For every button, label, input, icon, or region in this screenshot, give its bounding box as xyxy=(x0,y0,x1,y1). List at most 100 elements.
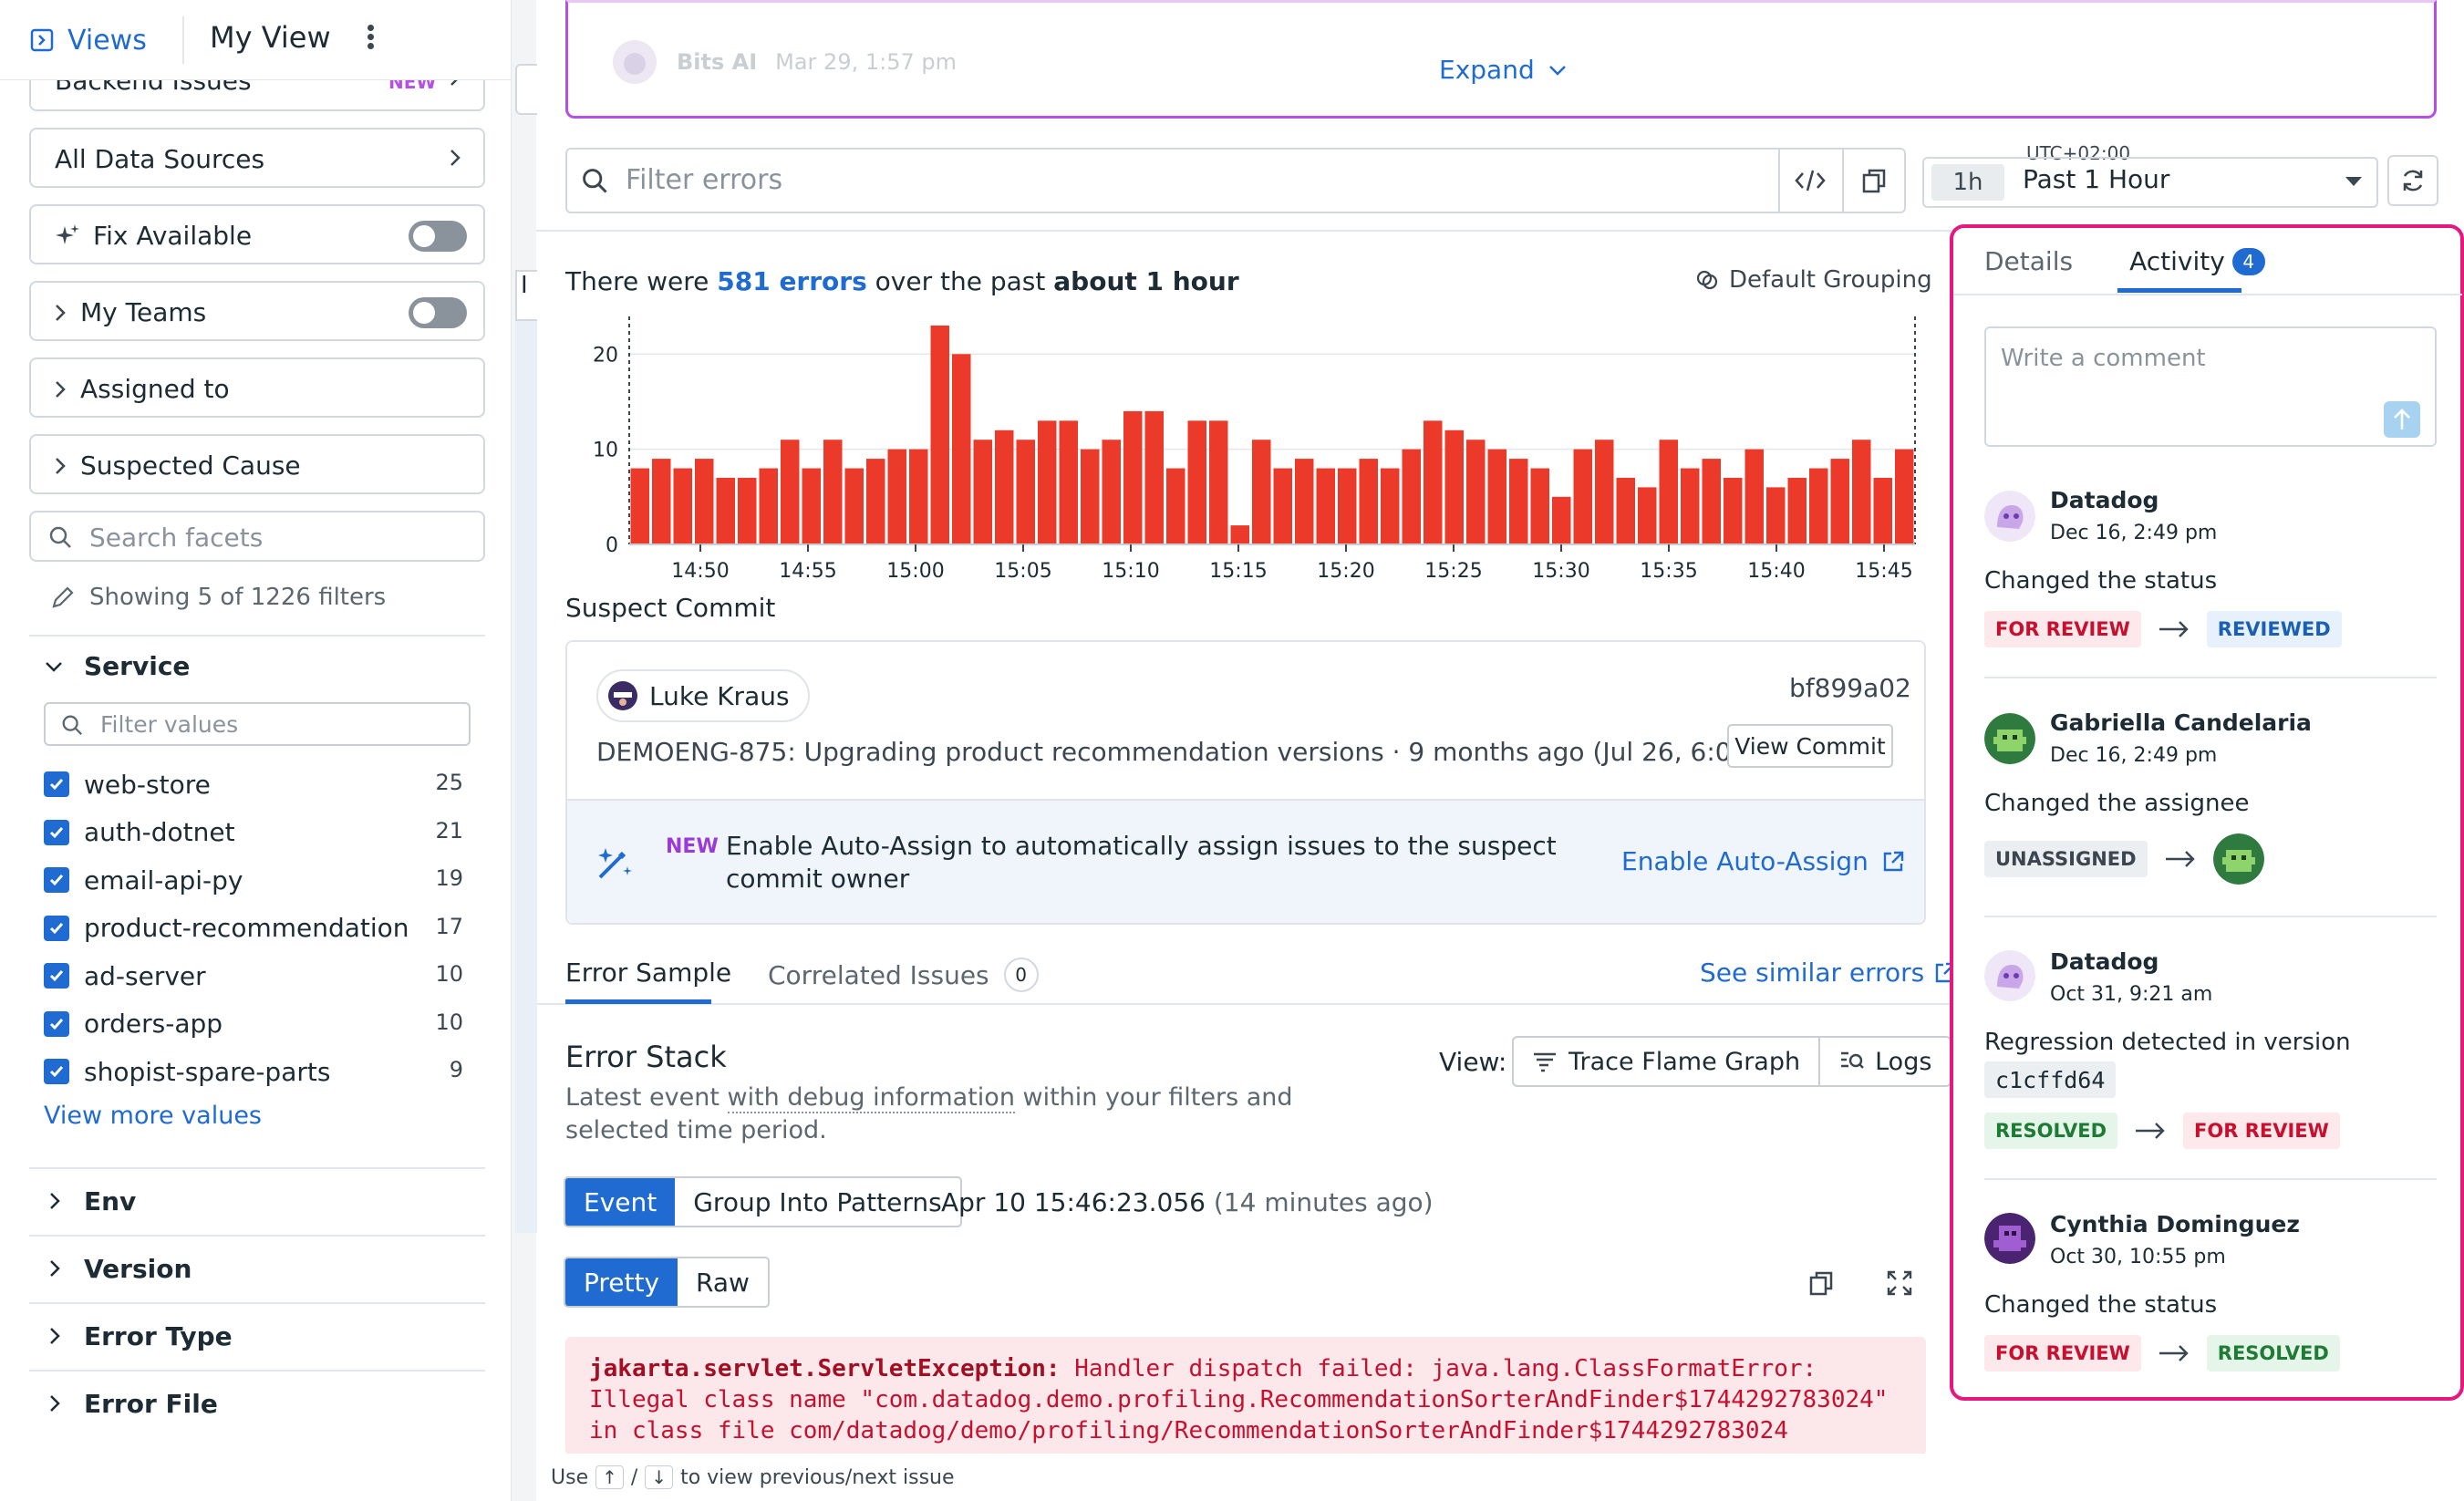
view-commit-button[interactable]: View Commit xyxy=(1727,724,1893,768)
tab-error-sample[interactable]: Error Sample xyxy=(565,958,731,988)
checkbox-checked-icon[interactable] xyxy=(44,1010,69,1037)
copy-query-button[interactable] xyxy=(1844,150,1904,212)
filter-values-input[interactable]: Filter values xyxy=(44,702,471,746)
bar xyxy=(630,468,649,544)
tab-correlated-issues[interactable]: Correlated Issues 0 xyxy=(768,958,1039,992)
service-value-row[interactable]: orders-app 10 xyxy=(44,1004,463,1044)
entry-text: Changed the status xyxy=(1984,1291,2218,1319)
code-line-1: Handler dispatch failed: java.lang.Class… xyxy=(1060,1355,1817,1382)
x-tick-label: 15:20 xyxy=(1317,560,1374,583)
bar xyxy=(1638,487,1657,544)
send-comment-button[interactable] xyxy=(2384,401,2420,438)
x-tick-label: 15:35 xyxy=(1640,560,1697,583)
bar xyxy=(952,354,971,544)
suspected-cause-label: Suspected Cause xyxy=(80,450,301,481)
view-more-values-link[interactable]: View more values xyxy=(44,1102,262,1130)
bar xyxy=(1830,459,1849,544)
tab-details[interactable]: Details xyxy=(1984,246,2073,276)
facet-section-error-type[interactable]: Error Type xyxy=(29,1302,485,1368)
facet-section-version[interactable]: Version xyxy=(29,1235,485,1300)
search-icon xyxy=(62,715,83,736)
more-options-icon[interactable] xyxy=(363,22,378,58)
expand-button[interactable]: Expand xyxy=(1439,55,1568,85)
checkbox-checked-icon[interactable] xyxy=(44,1059,69,1084)
search-facets-input[interactable]: Search facets xyxy=(29,511,485,562)
group-into-patterns-button[interactable]: Group Into Patterns xyxy=(675,1178,959,1226)
y-tick-label: 0 xyxy=(606,534,618,557)
service-value-name: email-api-py xyxy=(84,864,243,895)
bar xyxy=(1038,420,1057,544)
bar xyxy=(716,477,735,544)
views-button[interactable]: Views xyxy=(29,22,147,58)
facet-section-env[interactable]: Env xyxy=(29,1167,485,1233)
x-tick-label: 15:45 xyxy=(1855,560,1912,583)
enable-auto-assign-link[interactable]: Enable Auto-Assign xyxy=(1621,846,1905,876)
logs-button[interactable]: Logs xyxy=(1818,1038,1950,1085)
default-grouping-button[interactable]: Default Grouping xyxy=(1694,266,1932,294)
tab-activity[interactable]: Activity 4 xyxy=(2129,246,2265,276)
my-teams-toggle[interactable] xyxy=(409,297,467,328)
service-value-name: ad-server xyxy=(84,960,206,991)
error-count-link[interactable]: 581 errors xyxy=(717,266,867,296)
checkbox-checked-icon[interactable] xyxy=(44,819,69,845)
time-range-label: Past 1 Hour xyxy=(2023,164,2170,194)
refresh-button[interactable] xyxy=(2387,155,2438,206)
checkbox-checked-icon[interactable] xyxy=(44,963,69,989)
service-value-row[interactable]: web-store 25 xyxy=(44,764,463,804)
showing-filters-link[interactable]: Showing 5 of 1226 filters xyxy=(49,584,386,611)
event-mode-group: Event Group Into Patterns xyxy=(564,1176,962,1227)
checkbox-checked-icon[interactable] xyxy=(44,867,69,893)
bar xyxy=(1530,468,1549,544)
bar xyxy=(1766,487,1786,544)
bar xyxy=(1895,449,1914,544)
service-value-row[interactable]: product-recommendation 17 xyxy=(44,908,463,948)
fix-available-toggle[interactable] xyxy=(409,221,467,252)
facet-section-error-file[interactable]: Error File xyxy=(29,1370,485,1435)
pencil-icon xyxy=(52,586,74,608)
service-value-row[interactable]: auth-dotnet 21 xyxy=(44,813,463,853)
chevron-right-icon xyxy=(56,305,66,321)
version-chip[interactable]: c1cffd64 xyxy=(1984,1061,2117,1098)
divider xyxy=(1984,1178,2437,1180)
assigned-to-filter[interactable]: Assigned to xyxy=(29,357,485,418)
commit-author-chip[interactable]: Luke Kraus xyxy=(596,669,810,722)
error-summary: There were 581 errors over the past abou… xyxy=(565,266,1239,296)
service-facet-header[interactable]: Service xyxy=(44,651,190,681)
logs-label: Logs xyxy=(1875,1047,1932,1076)
x-tick-label: 15:15 xyxy=(1209,560,1267,583)
checkbox-checked-icon[interactable] xyxy=(44,915,69,941)
event-button[interactable]: Event xyxy=(565,1178,676,1226)
service-value-row[interactable]: shopist-spare-parts 9 xyxy=(44,1051,463,1092)
copy-icon[interactable] xyxy=(1807,1269,1835,1297)
suspected-cause-filter[interactable]: Suspected Cause xyxy=(29,434,485,494)
facet-section-label: Env xyxy=(84,1185,137,1216)
fullscreen-icon[interactable] xyxy=(1886,1269,1913,1297)
caret-down-icon xyxy=(2345,177,2362,186)
service-value-count: 10 xyxy=(435,1009,463,1035)
service-value-row[interactable]: ad-server 10 xyxy=(44,956,463,996)
debug-info-tooltip[interactable]: with debug information xyxy=(727,1083,1015,1113)
view-name[interactable]: My View xyxy=(210,20,331,55)
raw-button[interactable]: Raw xyxy=(678,1258,768,1306)
data-sources-select[interactable]: All Data Sources xyxy=(29,128,485,188)
x-tick-label: 15:00 xyxy=(886,560,944,583)
pretty-button[interactable]: Pretty xyxy=(565,1258,678,1306)
service-value-row[interactable]: email-api-py 19 xyxy=(44,860,463,900)
bar xyxy=(1166,468,1185,544)
bar xyxy=(1744,449,1764,544)
service-value-count: 10 xyxy=(435,961,463,987)
code-view-button[interactable] xyxy=(1778,150,1842,212)
search-facets-placeholder: Search facets xyxy=(89,523,264,553)
checkbox-checked-icon[interactable] xyxy=(44,771,69,797)
my-teams-label: My Teams xyxy=(80,297,207,327)
my-teams-filter[interactable]: My Teams xyxy=(29,281,485,341)
fix-available-filter[interactable]: Fix Available xyxy=(29,204,485,264)
bar xyxy=(1787,477,1807,544)
bar xyxy=(1852,440,1871,544)
down-key-icon: ↓ xyxy=(645,1465,674,1489)
see-similar-errors-link[interactable]: See similar errors xyxy=(1700,958,1957,988)
chevron-right-icon xyxy=(50,1260,60,1277)
trace-flame-graph-button[interactable]: Trace Flame Graph xyxy=(1514,1038,1818,1085)
x-tick-label: 14:55 xyxy=(779,560,836,583)
bar xyxy=(1487,449,1506,544)
